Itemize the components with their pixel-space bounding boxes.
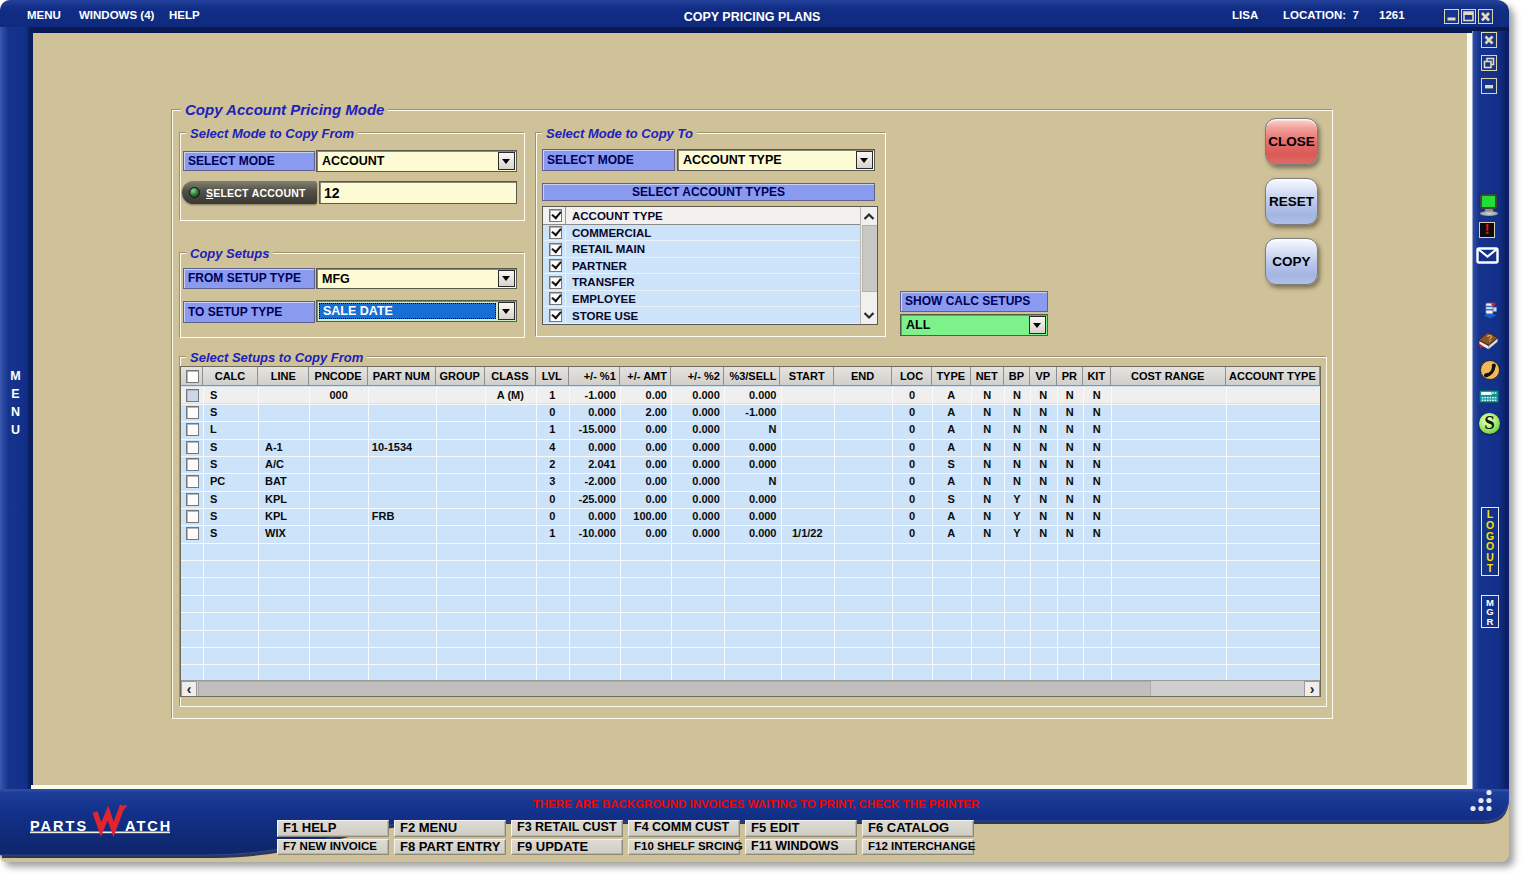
- svg-text:PARTS: PARTS: [30, 818, 88, 834]
- svg-text:?: ?: [1486, 332, 1493, 344]
- svg-text:ATCH: ATCH: [125, 818, 172, 834]
